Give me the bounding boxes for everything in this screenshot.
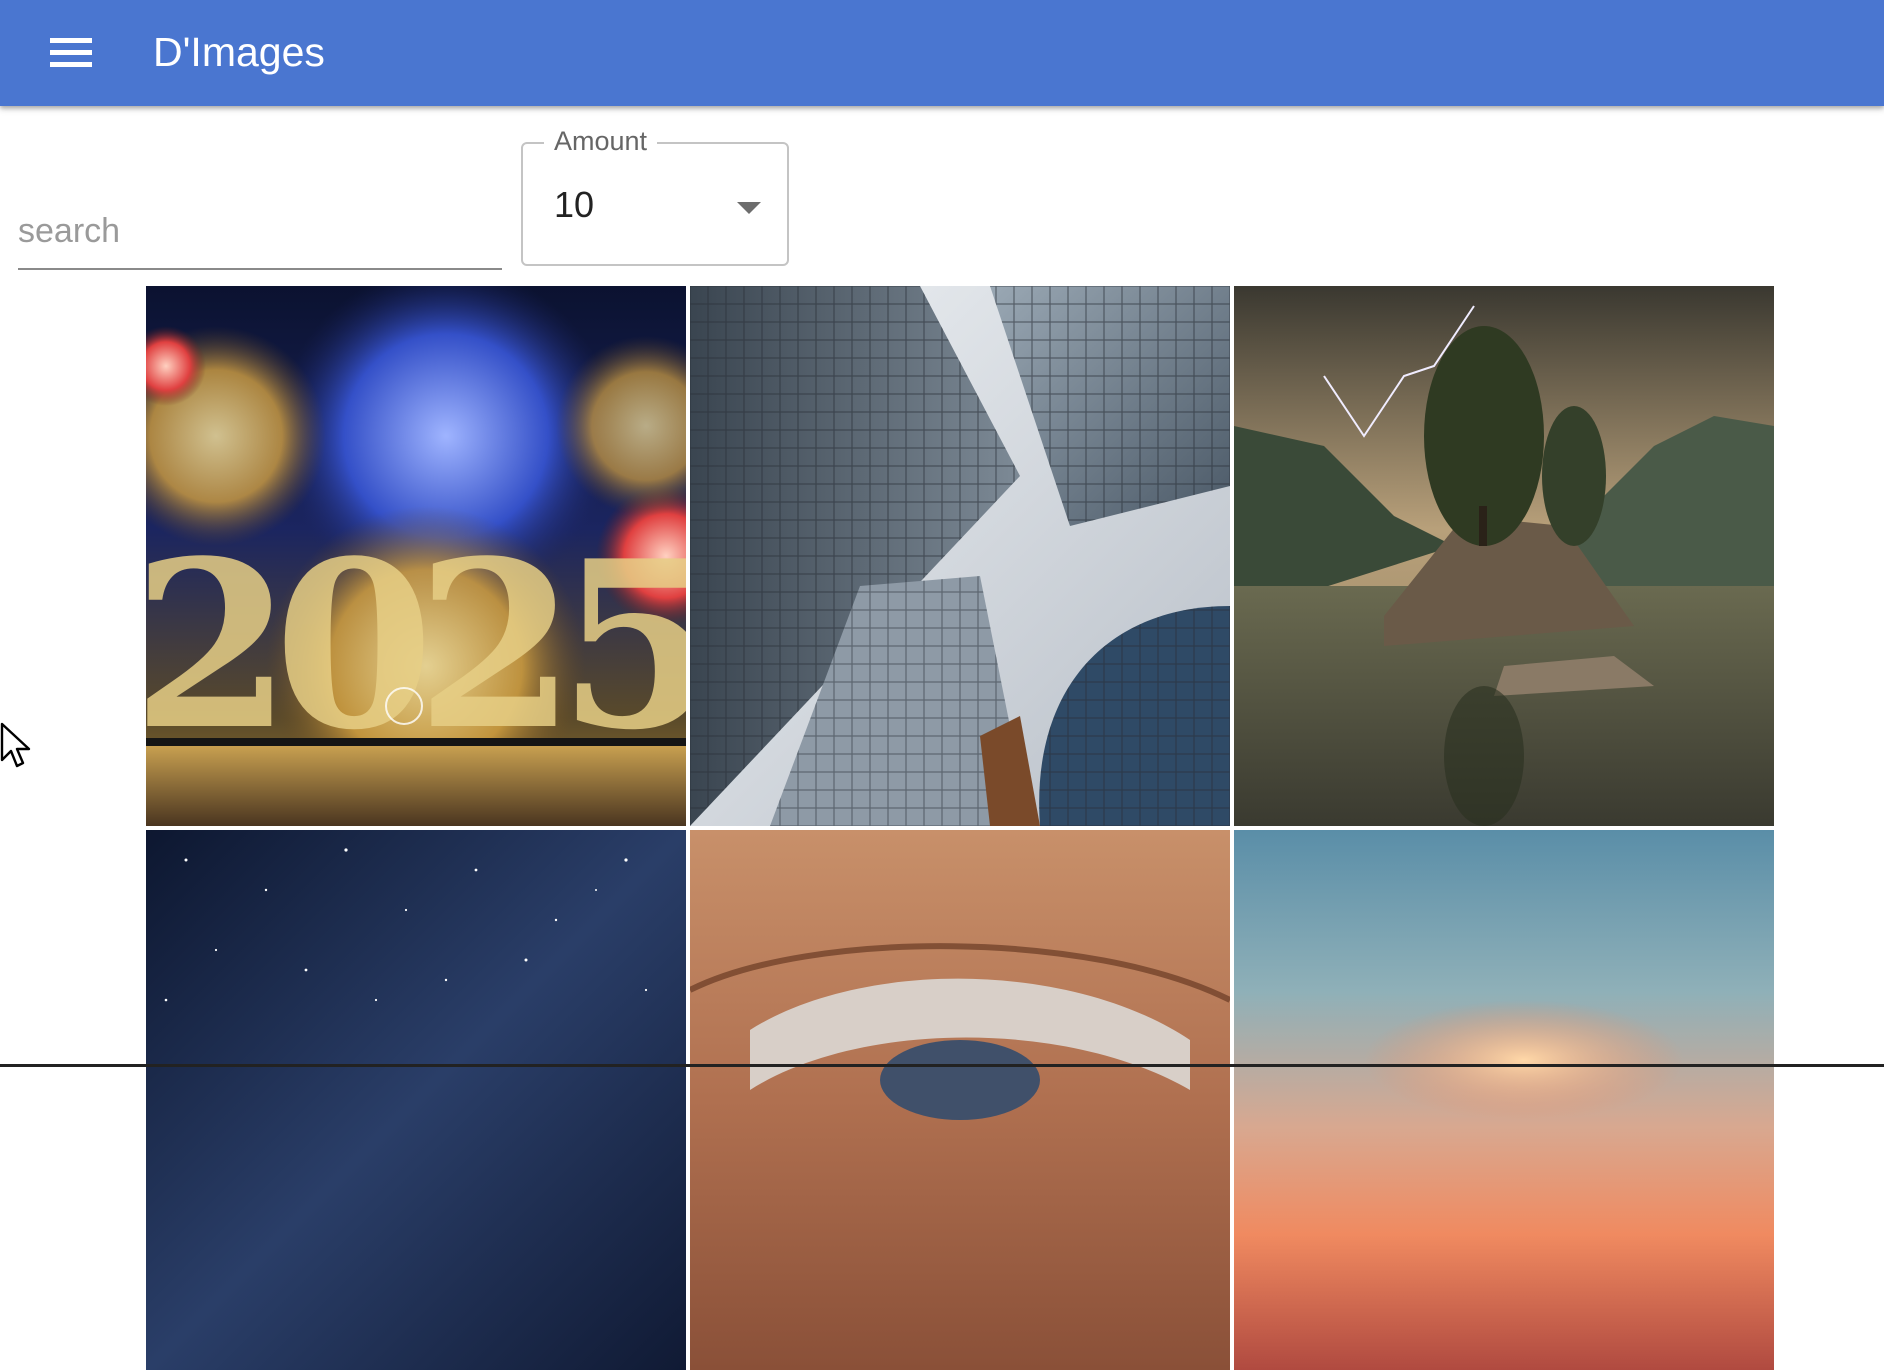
starry-sky-image xyxy=(146,830,686,1370)
sunset-image xyxy=(1234,830,1774,1370)
search-field xyxy=(18,200,502,270)
app-title: D'Images xyxy=(153,29,325,75)
fireworks-image: 2025 xyxy=(146,286,686,826)
image-tile-lake[interactable] xyxy=(1234,286,1774,826)
image-tile-eye[interactable] xyxy=(690,830,1230,1370)
hamburger-menu-icon[interactable] xyxy=(40,30,102,76)
lake-image xyxy=(1234,286,1774,826)
image-tile-fireworks[interactable]: 2025 xyxy=(146,286,686,826)
amount-select[interactable]: Amount 10 xyxy=(521,124,789,266)
image-tile-skyscrapers[interactable] xyxy=(690,286,1230,826)
mouse-pointer-icon xyxy=(0,722,31,768)
skyscrapers-image xyxy=(690,286,1230,826)
amount-value: 10 xyxy=(554,184,595,225)
dropdown-arrow-icon xyxy=(737,202,761,214)
image-tile-sunset[interactable] xyxy=(1234,830,1774,1370)
amount-label: Amount xyxy=(544,124,658,158)
app-bar: D'Images xyxy=(0,0,1884,106)
image-tile-stars[interactable] xyxy=(146,830,686,1370)
eye-image xyxy=(690,830,1230,1370)
search-input[interactable] xyxy=(18,206,502,256)
